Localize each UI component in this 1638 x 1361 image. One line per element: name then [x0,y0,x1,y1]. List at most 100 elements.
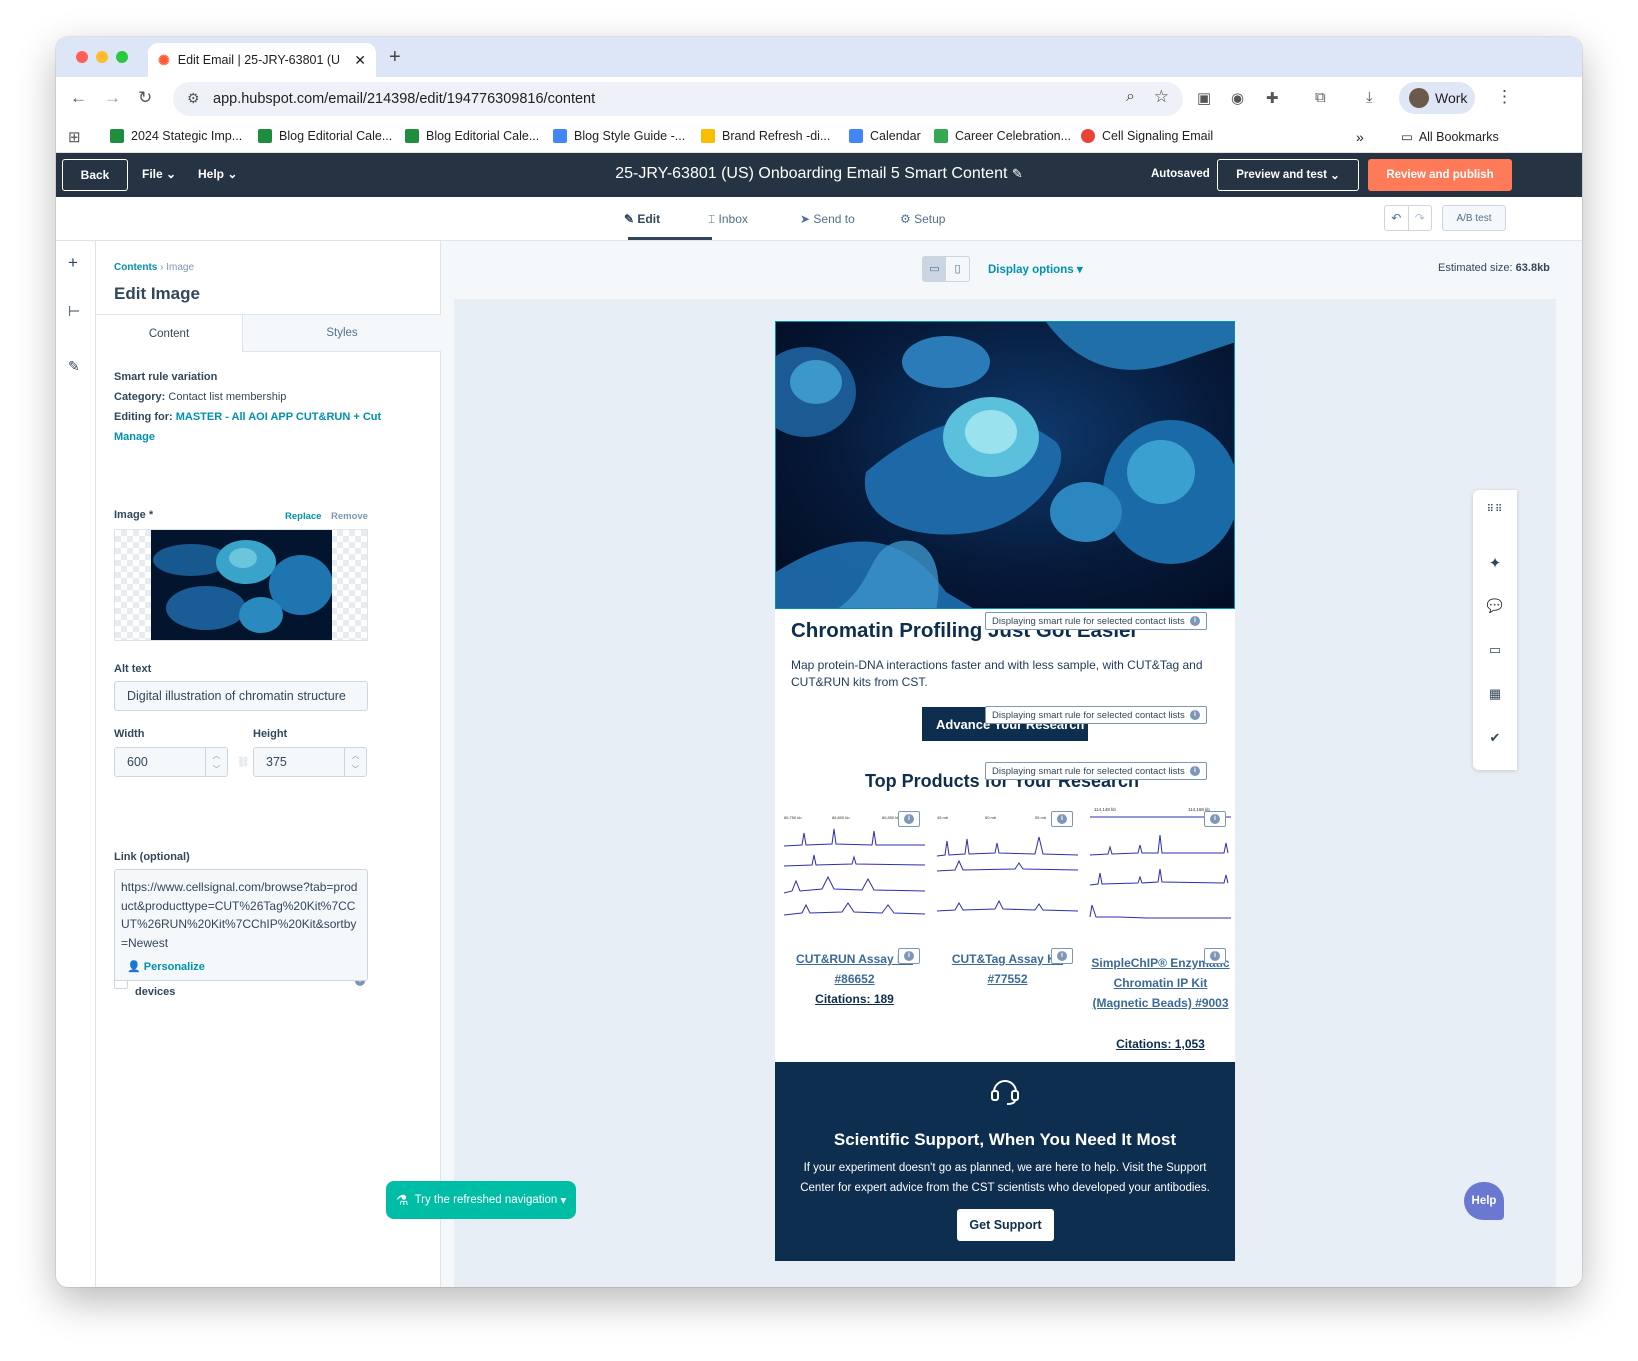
add-icon[interactable]: + [68,253,78,273]
product-citations[interactable]: Citations: 1,053 [1088,1037,1233,1051]
manage-link[interactable]: Manage [114,431,155,443]
brush-icon[interactable]: ✎ [68,358,80,375]
alt-text-input[interactable]: Digital illustration of chromatin struct… [114,681,368,711]
image-preview[interactable] [114,529,368,641]
profile-button[interactable]: Work [1399,82,1475,114]
bookmark-label: 2024 Stategic Imp... [131,129,243,143]
forward-arrow-icon[interactable]: → [104,88,121,108]
tab-search-icon[interactable]: ⧉ [1315,89,1326,106]
smart-rule-badge[interactable]: Displaying smart rule for selected conta… [985,612,1207,630]
tab-setup[interactable]: ⚙ Setup [900,212,945,226]
chevron-down-icon[interactable]: ﹀ [352,764,360,775]
width-input[interactable]: 600 ︿ ﹀ [114,747,228,777]
chevron-up-icon[interactable]: ︿ [352,750,360,761]
calendar-icon[interactable]: ▦ [1473,686,1517,702]
tab-edit[interactable]: ✎ Edit [624,212,660,226]
tree-icon[interactable]: ⊢ [68,303,80,320]
remove-link[interactable]: Remove [331,511,368,522]
chevron-down-icon[interactable]: ﹀ [213,764,221,775]
browser-icon[interactable]: ▭ [1473,642,1517,658]
undo-icon[interactable]: ↶ [1385,206,1408,230]
info-icon[interactable]: i [898,948,920,964]
support-text[interactable]: If your experiment doesn't go as planned… [795,1158,1215,1198]
hero-paragraph[interactable]: Map protein-DNA interactions faster and … [791,657,1211,691]
close-tab-icon[interactable]: ✕ [354,52,366,69]
panel-title: Edit Image [114,284,200,303]
smart-rule-badge[interactable]: Displaying smart rule for selected conta… [985,706,1207,724]
bookmark-item[interactable]: Career Celebration... [934,129,1071,143]
all-bookmarks[interactable]: ▭ All Bookmarks [1401,129,1499,145]
bookmark-item[interactable]: Calendar [849,129,921,143]
active-tab-indicator [628,237,712,240]
bookmark-item[interactable]: Blog Editorial Cale... [258,129,392,143]
apps-grid-icon[interactable]: ⊞ [68,128,81,146]
preview-label: Preview and test [1236,169,1327,181]
height-stepper[interactable]: ︿ ﹀ [344,748,366,776]
camera-icon[interactable]: ◉ [1231,89,1244,107]
redo-icon[interactable]: ↷ [1407,206,1432,230]
address-bar-row: ← → ↻ ⚙ app.hubspot.com/email/214398/edi… [56,77,1582,121]
smart-rule-badge-text: Displaying smart rule for selected conta… [992,765,1185,777]
breadcrumb-contents[interactable]: Contents [114,262,157,273]
browser-tab[interactable]: ✺ Edit Email | 25-JRY-63801 (U ✕ [148,43,376,77]
ab-test-button[interactable]: A/B test [1442,205,1506,231]
smart-rule-badge[interactable]: Displaying smart rule for selected conta… [985,762,1207,780]
review-publish-button[interactable]: Review and publish [1368,159,1512,191]
personalize-button[interactable]: 👤 Personalize [127,958,205,977]
zoom-icon[interactable]: ⌕ [1126,88,1135,106]
mobile-icon[interactable]: ▯ [946,257,969,281]
link-textarea[interactable]: https://www.cellsignal.com/browse?tab=pr… [114,869,368,981]
replace-link[interactable]: Replace [285,511,321,522]
site-settings-icon[interactable]: ⚙ [187,90,200,107]
browser-window: ✺ Edit Email | 25-JRY-63801 (U ✕ + ← → ↻… [56,37,1582,1287]
tab-send-to[interactable]: ➤ Send to [800,212,855,226]
product-citations[interactable]: Citations: 189 [782,992,927,1006]
sparkle-icon[interactable]: ✦ [1473,554,1517,572]
zoom-window-button[interactable] [116,51,128,63]
overflow-chevron-icon[interactable]: » [1356,129,1364,145]
tab-inbox[interactable]: ⌶ Inbox [708,212,748,227]
display-options-dropdown[interactable]: Display options ▾ [988,262,1083,276]
more-menu-icon[interactable]: ⋮ [1496,87,1513,107]
drag-handle-icon[interactable]: ⠿⠿ [1473,504,1517,515]
bookmark-star-icon[interactable]: ☆ [1154,87,1169,107]
tab-strip: ✺ Edit Email | 25-JRY-63801 (U ✕ + [56,37,1582,77]
info-icon[interactable]: i [1051,948,1073,964]
comment-icon[interactable]: 💬 [1473,598,1517,614]
info-icon[interactable]: i [1204,811,1226,827]
check-badge-icon[interactable]: ✔ [1473,730,1517,746]
bookmark-item[interactable]: 2024 Stategic Imp... [110,129,242,143]
preview-test-button[interactable]: Preview and test ⌄ [1217,159,1359,191]
chevron-up-icon[interactable]: ︿ [213,750,221,761]
try-navigation-button[interactable]: ⚗ Try the refreshed navigation ▾ [386,1181,576,1219]
tab-content[interactable]: Content [96,314,242,352]
info-icon[interactable]: i [1051,811,1073,827]
download-icon[interactable]: ⤓ [1366,89,1373,106]
hero-image[interactable] [775,321,1235,609]
new-tab-icon[interactable]: + [389,46,401,69]
bookmark-item[interactable]: Cell Signaling Email [1081,129,1213,143]
info-icon[interactable]: i [898,811,920,827]
width-stepper[interactable]: ︿ ﹀ [205,748,227,776]
chromatin-thumbnail [151,530,332,640]
close-window-button[interactable] [76,51,88,63]
desktop-icon[interactable]: ▭ [923,257,946,281]
tab-styles[interactable]: Styles [242,314,441,352]
help-button[interactable]: Help [1464,1182,1504,1220]
info-icon[interactable]: i [1204,948,1226,964]
bookmark-item[interactable]: Blog Style Guide -... [553,129,685,143]
reload-icon[interactable]: ↻ [138,88,152,108]
height-input[interactable]: 375 ︿ ﹀ [253,747,367,777]
back-arrow-icon[interactable]: ← [70,88,87,108]
puzzle-icon[interactable]: ✚ [1266,89,1279,107]
editing-for-value[interactable]: MASTER - All AOI APP CUT&RUN + Cut [176,411,381,423]
minimize-window-button[interactable] [96,51,108,63]
pencil-icon[interactable]: ✎ [1012,166,1023,181]
bookmark-item[interactable]: Brand Refresh -di... [701,129,830,143]
address-bar[interactable]: ⚙ app.hubspot.com/email/214398/edit/1947… [173,82,1183,116]
extension-icon[interactable]: ▣ [1197,89,1211,107]
link-aspect-icon[interactable]: ⛓ [237,757,250,768]
support-heading[interactable]: Scientific Support, When You Need It Mos… [775,1130,1235,1150]
bookmark-item[interactable]: Blog Editorial Cale... [405,129,539,143]
get-support-button[interactable]: Get Support [957,1209,1054,1241]
